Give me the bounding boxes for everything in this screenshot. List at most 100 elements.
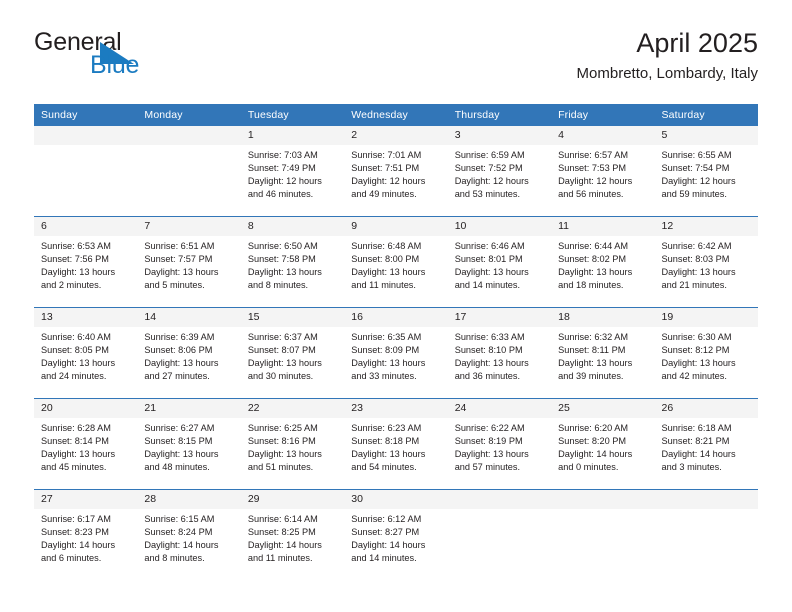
day-details: Sunrise: 6:12 AM Sunset: 8:27 PM Daylight:… xyxy=(344,509,447,565)
calendar-grid: Sunday Monday Tuesday Wednesday Thursday… xyxy=(34,104,758,580)
day-details: Sunrise: 6:55 AM Sunset: 7:54 PM Daylight:… xyxy=(655,145,758,201)
day-cell[interactable]: 3 Sunrise: 6:59 AM Sunset: 7:52 PM Daylight… xyxy=(447,126,552,217)
day-cell[interactable]: 27 Sunrise: 6:17 AM Sunset: 8:23 PM Dayligh… xyxy=(34,489,138,580)
day-cell[interactable]: 9 Sunrise: 6:48 AM Sunset: 8:00 PM Daylight… xyxy=(344,216,448,308)
day-details: Sunrise: 6:17 AM Sunset: 8:23 PM Daylight:… xyxy=(34,509,137,565)
daylight-text-cont: and 48 minutes. xyxy=(144,462,210,473)
sunrise-text: Sunrise: 7:01 AM xyxy=(351,150,422,160)
sunset-text: Sunset: 8:19 PM xyxy=(454,436,523,447)
day-cell[interactable]: 15 Sunrise: 6:37 AM Sunset: 8:07 PM Dayligh… xyxy=(240,307,345,399)
sunrise-text: Sunrise: 6:44 AM xyxy=(558,241,629,251)
day-details: Sunrise: 6:39 AM Sunset: 8:06 PM Daylight:… xyxy=(137,327,240,383)
sunset-text: Sunset: 8:14 PM xyxy=(41,436,109,447)
weekday-header-wednesday: Wednesday xyxy=(344,104,448,126)
day-cell[interactable]: 14 Sunrise: 6:39 AM Sunset: 8:06 PM Dayligh… xyxy=(137,307,241,399)
day-details: Sunrise: 6:15 AM Sunset: 8:24 PM Daylight:… xyxy=(137,509,240,565)
day-cell[interactable]: 19 Sunrise: 6:30 AM Sunset: 8:12 PM Dayligh… xyxy=(654,307,758,399)
day-number: 19 xyxy=(654,308,758,327)
daylight-text-cont: and 46 minutes. xyxy=(247,189,314,200)
day-details: Sunrise: 6:23 AM Sunset: 8:18 PM Daylight:… xyxy=(344,418,447,474)
day-cell-empty xyxy=(551,489,655,580)
daylight-text: Daylight: 12 hours xyxy=(247,176,322,187)
sunrise-text: Sunrise: 6:42 AM xyxy=(661,241,732,251)
day-cell[interactable]: 30 Sunrise: 6:12 AM Sunset: 8:27 PM Dayligh… xyxy=(344,489,448,580)
day-details: Sunrise: 6:35 AM Sunset: 8:09 PM Daylight:… xyxy=(344,327,447,383)
daylight-text: Daylight: 14 hours xyxy=(144,540,219,551)
day-cell[interactable]: 22 Sunrise: 6:25 AM Sunset: 8:16 PM Dayligh… xyxy=(240,398,345,490)
day-cell[interactable]: 12 Sunrise: 6:42 AM Sunset: 8:03 PM Dayligh… xyxy=(654,216,758,308)
day-details: Sunrise: 6:33 AM Sunset: 8:10 PM Daylight:… xyxy=(448,327,551,383)
sunset-text: Sunset: 8:15 PM xyxy=(144,436,213,447)
day-number: 16 xyxy=(344,308,448,327)
day-cell[interactable]: 8 Sunrise: 6:50 AM Sunset: 7:58 PM Daylight… xyxy=(240,216,345,308)
weekday-header-tuesday: Tuesday xyxy=(240,104,345,126)
day-cell[interactable]: 6 Sunrise: 6:53 AM Sunset: 7:56 PM Daylight… xyxy=(34,216,138,308)
day-cell[interactable]: 16 Sunrise: 6:35 AM Sunset: 8:09 PM Dayligh… xyxy=(344,307,448,399)
day-cell[interactable]: 29 Sunrise: 6:14 AM Sunset: 8:25 PM Dayligh… xyxy=(240,489,345,580)
day-details: Sunrise: 6:18 AM Sunset: 8:21 PM Daylight:… xyxy=(655,418,758,474)
daylight-text: Daylight: 13 hours xyxy=(454,267,529,278)
daylight-text-cont: and 2 minutes. xyxy=(41,280,102,291)
daylight-text: Daylight: 13 hours xyxy=(41,267,116,278)
daylight-text-cont: and 45 minutes. xyxy=(41,462,107,473)
day-details: Sunrise: 6:50 AM Sunset: 7:58 PM Daylight:… xyxy=(241,236,344,292)
day-details: Sunrise: 6:20 AM Sunset: 8:20 PM Daylight:… xyxy=(551,418,654,474)
day-cell[interactable]: 4 Sunrise: 6:57 AM Sunset: 7:53 PM Daylight… xyxy=(551,126,655,217)
day-cell[interactable]: 11 Sunrise: 6:44 AM Sunset: 8:02 PM Dayligh… xyxy=(551,216,655,308)
daylight-text-cont: and 36 minutes. xyxy=(454,371,521,382)
brand-name-blue: Blue xyxy=(90,51,140,79)
day-cell[interactable]: 7 Sunrise: 6:51 AM Sunset: 7:57 PM Daylight… xyxy=(137,216,241,308)
sunrise-text: Sunrise: 6:50 AM xyxy=(247,241,318,251)
sunrise-text: Sunrise: 6:53 AM xyxy=(41,241,111,251)
day-number: 18 xyxy=(551,308,655,327)
calendar-week-row: 13 Sunrise: 6:40 AM Sunset: 8:05 PM Dayligh… xyxy=(34,307,758,399)
day-cell-empty xyxy=(654,489,758,580)
daylight-text-cont: and 3 minutes. xyxy=(661,462,722,473)
weekday-header-saturday: Saturday xyxy=(654,104,758,126)
day-details: Sunrise: 6:51 AM Sunset: 7:57 PM Daylight:… xyxy=(137,236,240,292)
daylight-text-cont: and 14 minutes. xyxy=(351,553,417,564)
sunset-text: Sunset: 8:16 PM xyxy=(247,436,316,447)
sunset-text: Sunset: 7:51 PM xyxy=(351,163,420,174)
day-number xyxy=(654,490,758,509)
day-cell[interactable]: 2 Sunrise: 7:01 AM Sunset: 7:51 PM Daylight… xyxy=(344,126,448,217)
daylight-text: Daylight: 13 hours xyxy=(558,267,633,278)
day-details: Sunrise: 6:27 AM Sunset: 8:15 PM Daylight:… xyxy=(137,418,240,474)
sunset-text: Sunset: 7:58 PM xyxy=(247,254,316,265)
sunset-text: Sunset: 8:12 PM xyxy=(661,345,730,356)
daylight-text-cont: and 14 minutes. xyxy=(454,280,521,291)
daylight-text-cont: and 24 minutes. xyxy=(41,371,107,382)
sunset-text: Sunset: 8:02 PM xyxy=(558,254,627,265)
daylight-text-cont: and 6 minutes. xyxy=(41,553,102,564)
daylight-text: Daylight: 12 hours xyxy=(351,176,426,187)
day-cell[interactable]: 28 Sunrise: 6:15 AM Sunset: 8:24 PM Dayligh… xyxy=(137,489,241,580)
sunrise-text: Sunrise: 6:17 AM xyxy=(41,514,111,524)
day-cell[interactable]: 23 Sunrise: 6:23 AM Sunset: 8:18 PM Dayligh… xyxy=(344,398,448,490)
brand-logo[interactable]: General Blue xyxy=(34,30,244,92)
daylight-text: Daylight: 13 hours xyxy=(144,449,219,460)
day-cell[interactable]: 17 Sunrise: 6:33 AM Sunset: 8:10 PM Dayligh… xyxy=(447,307,552,399)
day-cell[interactable]: 5 Sunrise: 6:55 AM Sunset: 7:54 PM Daylight… xyxy=(654,126,758,217)
daylight-text: Daylight: 13 hours xyxy=(661,358,736,369)
daylight-text-cont: and 11 minutes. xyxy=(247,553,313,564)
day-cell[interactable]: 1 Sunrise: 7:03 AM Sunset: 7:49 PM Daylight… xyxy=(240,126,345,217)
day-number: 27 xyxy=(34,490,138,509)
sunrise-text: Sunrise: 6:25 AM xyxy=(247,423,318,433)
sunrise-text: Sunrise: 6:39 AM xyxy=(144,332,215,342)
day-cell[interactable]: 10 Sunrise: 6:46 AM Sunset: 8:01 PM Dayligh… xyxy=(447,216,552,308)
day-number: 13 xyxy=(34,308,138,327)
day-details: Sunrise: 7:03 AM Sunset: 7:49 PM Daylight:… xyxy=(241,145,344,201)
day-details: Sunrise: 6:53 AM Sunset: 7:56 PM Daylight:… xyxy=(34,236,137,292)
day-cell[interactable]: 20 Sunrise: 6:28 AM Sunset: 8:14 PM Dayligh… xyxy=(34,398,138,490)
daylight-text-cont: and 49 minutes. xyxy=(351,189,417,200)
day-cell[interactable]: 13 Sunrise: 6:40 AM Sunset: 8:05 PM Dayligh… xyxy=(34,307,138,399)
day-cell[interactable]: 18 Sunrise: 6:32 AM Sunset: 8:11 PM Dayligh… xyxy=(551,307,655,399)
day-cell[interactable]: 24 Sunrise: 6:22 AM Sunset: 8:19 PM Dayligh… xyxy=(447,398,552,490)
day-cell[interactable]: 26 Sunrise: 6:18 AM Sunset: 8:21 PM Dayligh… xyxy=(654,398,758,490)
sunrise-text: Sunrise: 6:59 AM xyxy=(454,150,525,160)
sunset-text: Sunset: 7:52 PM xyxy=(454,163,523,174)
day-cell[interactable]: 25 Sunrise: 6:20 AM Sunset: 8:20 PM Dayligh… xyxy=(551,398,655,490)
day-cell[interactable]: 21 Sunrise: 6:27 AM Sunset: 8:15 PM Dayligh… xyxy=(137,398,241,490)
daylight-text: Daylight: 13 hours xyxy=(558,358,633,369)
sunset-text: Sunset: 8:11 PM xyxy=(558,345,626,356)
